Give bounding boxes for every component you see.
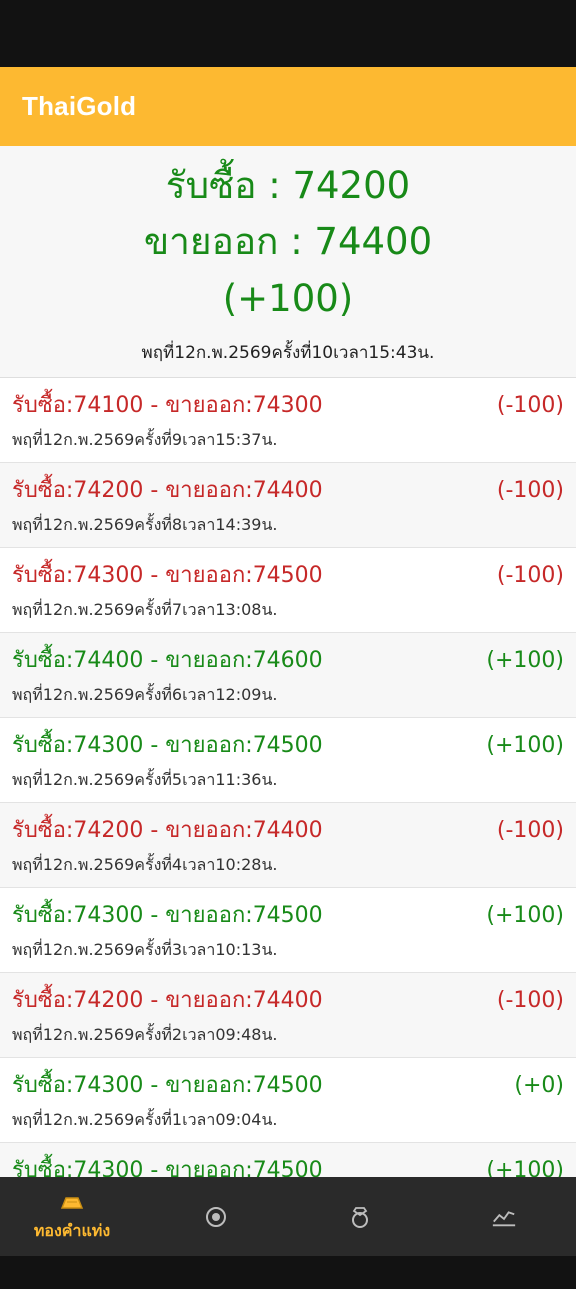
list-item[interactable]: รับซื้อ:74300 - ขายออก:74500 (+100) พฤที…	[0, 888, 576, 973]
list-item[interactable]: รับซื้อ:74200 - ขายออก:74400 (-100) พฤที…	[0, 973, 576, 1058]
list-item[interactable]: รับซื้อ:74300 - ขายออก:74500 (+100)	[0, 1143, 576, 1177]
list-item[interactable]: รับซื้อ:74100 - ขายออก:74300 (-100) พฤที…	[0, 378, 576, 463]
chart-icon	[491, 1204, 517, 1230]
list-item-prices: รับซื้อ:74300 - ขายออก:74500	[12, 733, 323, 758]
list-item[interactable]: รับซื้อ:74300 - ขายออก:74500 (-100) พฤที…	[0, 548, 576, 633]
list-item-timestamp: พฤที่12ก.พ.2569ครั้งที่4เวลา10:28น.	[12, 855, 278, 874]
nav-item-label: ทองคำแท่ง	[33, 1221, 111, 1240]
current-price-panel: รับซื้อ : 74200 ขายออก : 74400 (+100) พฤ…	[0, 146, 576, 377]
list-item-change: (+0)	[514, 1073, 564, 1098]
list-item-change: (-100)	[496, 988, 564, 1013]
list-item-timestamp: พฤที่12ก.พ.2569ครั้งที่6เวลา12:09น.	[12, 685, 278, 704]
list-item-prices: รับซื้อ:74300 - ขายออก:74500	[12, 903, 323, 928]
main-content[interactable]: รับซื้อ : 74200 ขายออก : 74400 (+100) พฤ…	[0, 146, 576, 1177]
list-item-change: (-100)	[496, 393, 564, 418]
list-item-change: (+100)	[486, 1158, 564, 1177]
app-title: ThaiGold	[22, 91, 137, 121]
list-item[interactable]: รับซื้อ:74300 - ขายออก:74500 (+100) พฤที…	[0, 718, 576, 803]
app-bar: ThaiGold	[0, 67, 576, 146]
list-item-change: (-100)	[496, 478, 564, 503]
list-item-prices: รับซื้อ:74300 - ขายออก:74500	[12, 563, 323, 588]
list-item-timestamp: พฤที่12ก.พ.2569ครั้งที่1เวลา09:04น.	[12, 1110, 278, 1129]
list-item-change: (-100)	[496, 818, 564, 843]
list-item[interactable]: รับซื้อ:74400 - ขายออก:74600 (+100) พฤที…	[0, 633, 576, 718]
list-item-timestamp: พฤที่12ก.พ.2569ครั้งที่9เวลา15:37น.	[12, 430, 278, 449]
nav-item-chart[interactable]	[432, 1177, 576, 1256]
price-history-list[interactable]: รับซื้อ:74100 - ขายออก:74300 (-100) พฤที…	[0, 377, 576, 1177]
list-item-prices: รับซื้อ:74100 - ขายออก:74300	[12, 393, 323, 418]
list-item-prices: รับซื้อ:74300 - ขายออก:74500	[12, 1073, 323, 1098]
list-item-prices: รับซื้อ:74300 - ขายออก:74500	[12, 1158, 323, 1177]
nav-item-ring[interactable]	[288, 1177, 432, 1256]
list-item-timestamp: พฤที่12ก.พ.2569ครั้งที่3เวลา10:13น.	[12, 940, 278, 959]
list-item-timestamp: พฤที่12ก.พ.2569ครั้งที่8เวลา14:39น.	[12, 515, 278, 534]
nav-item-radio[interactable]	[144, 1177, 288, 1256]
list-item-timestamp: พฤที่12ก.พ.2569ครั้งที่2เวลา09:48น.	[12, 1025, 278, 1044]
ring-icon	[347, 1204, 373, 1230]
current-timestamp: พฤที่12ก.พ.2569ครั้งที่10เวลา15:43น.	[141, 343, 435, 363]
current-change: (+100)	[222, 277, 354, 320]
list-item-change: (-100)	[496, 563, 564, 588]
list-item-change: (+100)	[486, 648, 564, 673]
list-item-change: (+100)	[486, 733, 564, 758]
gold-bar-icon	[59, 1189, 85, 1215]
list-item[interactable]: รับซื้อ:74300 - ขายออก:74500 (+0) พฤที่1…	[0, 1058, 576, 1143]
list-item-change: (+100)	[486, 903, 564, 928]
system-navigation-bar	[0, 1256, 576, 1289]
bottom-navigation: ทองคำแท่ง	[0, 1177, 576, 1256]
radio-icon	[203, 1204, 229, 1230]
list-item-prices: รับซื้อ:74200 - ขายออก:74400	[12, 988, 323, 1013]
list-item-timestamp: พฤที่12ก.พ.2569ครั้งที่7เวลา13:08น.	[12, 600, 278, 619]
list-item-prices: รับซื้อ:74400 - ขายออก:74600	[12, 648, 323, 673]
list-item-prices: รับซื้อ:74200 - ขายออก:74400	[12, 818, 323, 843]
list-item[interactable]: รับซื้อ:74200 - ขายออก:74400 (-100) พฤที…	[0, 463, 576, 548]
status-bar	[0, 0, 576, 67]
list-item-timestamp: พฤที่12ก.พ.2569ครั้งที่5เวลา11:36น.	[12, 770, 278, 789]
list-item[interactable]: รับซื้อ:74200 - ขายออก:74400 (-100) พฤที…	[0, 803, 576, 888]
nav-item-gold-bar[interactable]: ทองคำแท่ง	[0, 1177, 144, 1256]
current-sell-price: ขายออก : 74400	[143, 220, 433, 263]
list-item-prices: รับซื้อ:74200 - ขายออก:74400	[12, 478, 323, 503]
current-buy-price: รับซื้อ : 74200	[165, 164, 411, 207]
